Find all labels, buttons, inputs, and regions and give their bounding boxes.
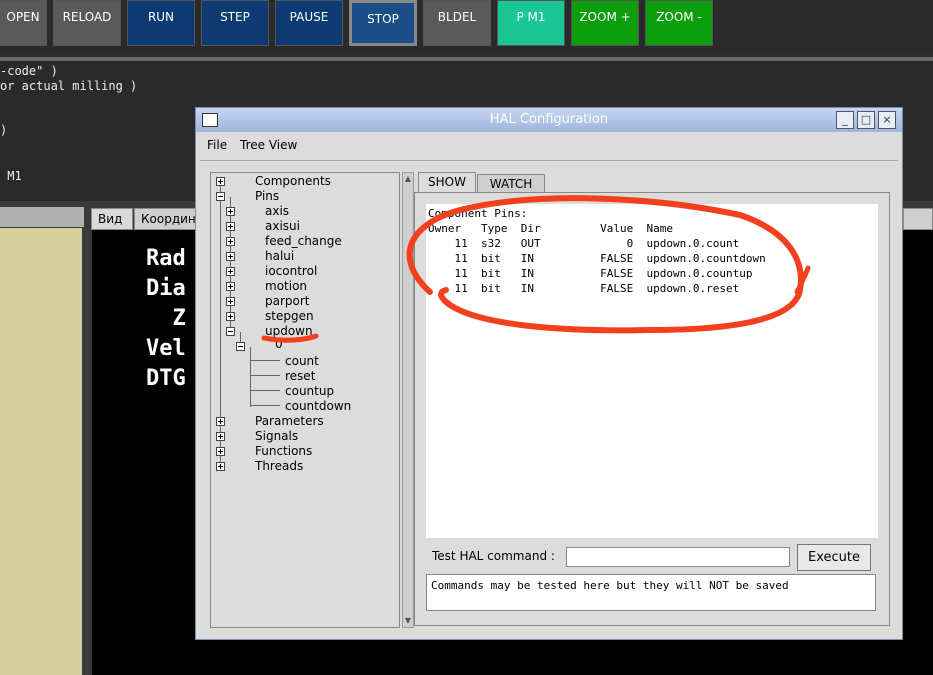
pin-header: Owner Type Dir Value Name [428,222,674,235]
zoom-in-button[interactable]: ZOOM + [571,0,639,46]
bldel-button[interactable]: BLDEL [423,0,491,46]
expand-icon[interactable] [216,177,225,186]
expand-icon[interactable] [226,237,235,246]
open-button[interactable]: OPEN [0,0,47,46]
tree-item-pins[interactable]: Pins [255,189,279,203]
tree-item-leaf[interactable]: reset [285,369,315,383]
left-header [0,207,84,227]
pause-button[interactable]: PAUSE [275,0,343,46]
expand-icon[interactable] [226,207,235,216]
dro-line: Z [146,306,186,331]
collapse-icon[interactable] [216,192,225,201]
execute-button[interactable]: Execute [797,544,871,571]
collapse-icon[interactable] [236,342,245,351]
tree-line [250,360,280,361]
pin-row: 11 bit IN FALSE updown.0.countup [428,267,753,280]
tree-item-pin[interactable]: axisui [265,219,300,233]
pin-heading: Component Pins: [428,207,528,220]
close-button[interactable]: × [878,111,896,129]
tree-item-functions[interactable]: Functions [255,444,312,458]
maximize-button[interactable]: □ [857,111,875,129]
tree-item-components[interactable]: Components [255,174,331,188]
gcode-line: -code" ) [0,64,58,78]
tree-item-pin[interactable]: iocontrol [265,264,317,278]
tree-item-updown[interactable]: updown [265,324,313,338]
tree-item-leaf[interactable]: countdown [285,399,351,413]
p-m1-button[interactable]: P M1 [497,0,565,46]
tree-item-pin[interactable]: stepgen [265,309,314,323]
run-button[interactable]: RUN [127,0,195,46]
window-title: HAL Configuration [489,112,609,127]
dro-line: DTG [146,366,186,391]
minimize-button[interactable]: _ [836,111,854,129]
tab-coordinates[interactable]: Координ [134,208,198,230]
tab-extra[interactable] [903,208,933,230]
tree-item-pin[interactable]: motion [265,279,307,293]
expand-icon[interactable] [226,297,235,306]
gcode-line: or actual milling ) [0,79,138,93]
scroll-down-icon[interactable]: ▼ [403,615,413,627]
reload-button[interactable]: RELOAD [53,0,121,46]
tree-line [250,375,280,376]
expand-icon[interactable] [216,447,225,456]
tab-view[interactable]: Вид [91,208,133,230]
toolbar: OPEN RELOAD RUN STEP PAUSE STOP BLDEL P … [0,0,933,52]
collapse-icon[interactable] [226,327,235,336]
zoom-out-button[interactable]: ZOOM - [645,0,713,46]
tree-item-leaf[interactable]: countup [285,384,334,398]
expand-icon[interactable] [216,462,225,471]
menu-separator [200,160,898,161]
window-icon [202,113,218,127]
command-input[interactable] [566,547,790,567]
dro-line: Dia [146,276,186,301]
expand-icon[interactable] [226,312,235,321]
tree-line [250,405,280,406]
tree-scrollbar[interactable]: ▲ ▼ [402,172,414,628]
tree-item-pin[interactable]: feed_change [265,234,342,248]
expand-icon[interactable] [226,222,235,231]
menu-bar: File Tree View [196,134,902,158]
tree-item-leaf[interactable]: count [285,354,319,368]
tree-line [250,390,280,391]
expand-icon[interactable] [216,417,225,426]
expand-icon[interactable] [226,267,235,276]
tab-watch[interactable]: WATCH [477,174,545,194]
menu-tree-view[interactable]: Tree View [240,138,297,152]
tree-item-threads[interactable]: Threads [255,459,303,473]
tree-item-pin[interactable]: halui [265,249,294,263]
tree-item-pin[interactable]: axis [265,204,289,218]
dro-line: Rad [146,246,186,271]
tree-item-pin[interactable]: parport [265,294,310,308]
title-bar[interactable]: HAL Configuration _ □ × [196,108,902,132]
dro-line: Vel [146,336,186,361]
tree-line [250,347,251,407]
command-label: Test HAL command : [432,549,555,563]
pin-row: 11 s32 OUT 0 updown.0.count [428,237,740,250]
left-panel [0,228,82,675]
tree-item-parameters[interactable]: Parameters [255,414,324,428]
hal-config-window: HAL Configuration _ □ × File Tree View C… [195,107,903,640]
expand-icon[interactable] [226,252,235,261]
gcode-line: ) [0,123,8,137]
tree-view: Components Pins axis axisui feed_change … [210,172,400,628]
step-button[interactable]: STEP [201,0,269,46]
tab-show[interactable]: SHOW [418,172,476,192]
scroll-up-icon[interactable]: ▲ [403,173,413,185]
command-output: Commands may be tested here but they wil… [426,574,876,611]
expand-icon[interactable] [216,432,225,441]
tree-item-updown-0[interactable]: 0 [275,337,283,351]
menu-file[interactable]: File [207,138,227,152]
gcode-line: M1 [0,169,22,183]
stop-button[interactable]: STOP [349,0,417,46]
expand-icon[interactable] [226,282,235,291]
pin-row: 11 bit IN FALSE updown.0.reset [428,282,740,295]
tree-item-signals[interactable]: Signals [255,429,298,443]
pin-row: 11 bit IN FALSE updown.0.countdown [428,252,766,265]
pin-info-text: Component Pins: Owner Type Dir Value Nam… [426,204,878,538]
